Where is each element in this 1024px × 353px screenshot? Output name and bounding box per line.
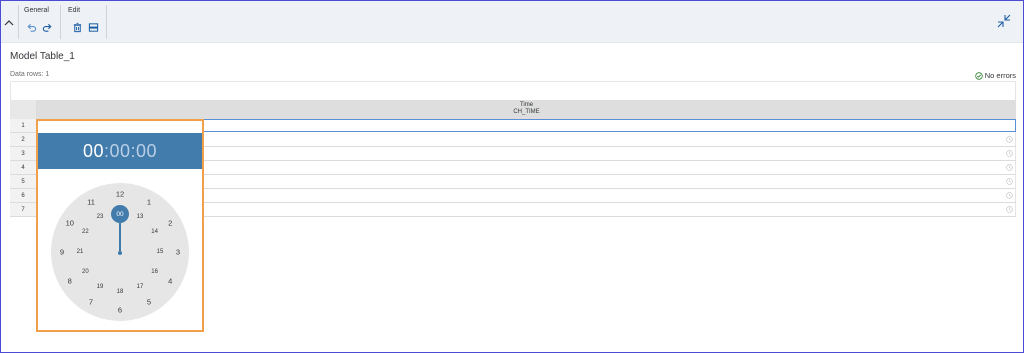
row-number[interactable]: 7 [10,203,37,217]
clock-hour-19[interactable]: 19 [97,284,104,290]
row-action-button[interactable] [87,21,99,33]
clock-hour-22[interactable]: 22 [82,229,89,235]
clock-hour-5[interactable]: 5 [147,298,151,307]
clock-hour-11[interactable]: 11 [87,197,95,206]
redo-button[interactable] [41,21,53,33]
clock-icon [1006,164,1013,171]
exit-fullscreen-button[interactable] [997,14,1011,28]
time-picker-header: 00 : 00 : 00 [38,133,202,169]
column-header-time[interactable]: Time CH_TIME [37,100,1016,119]
error-status-label: No errors [984,71,1016,80]
clock-icon [1006,178,1013,185]
clock-hour-17[interactable]: 17 [137,284,144,290]
clock-hour-4[interactable]: 4 [168,277,172,286]
clock-hour-21[interactable]: 21 [77,249,84,255]
clock-hour-14[interactable]: 14 [151,229,158,235]
clock-hour-13[interactable]: 13 [137,214,144,220]
clock-icon [1006,206,1013,213]
toolbar-separator [60,5,61,39]
toolbar-separator [18,5,19,39]
clock-hour-12[interactable]: 12 [116,190,124,199]
clock-icon [1006,150,1013,157]
data-rows-count: Data rows: 1 [10,71,50,78]
error-status[interactable]: No errors [975,71,1016,80]
clock-hub [118,251,122,255]
row-number[interactable]: 5 [10,175,37,189]
time-picker-popup: 00 : 00 : 00 00 12 1 2 3 4 5 6 7 8 9 10 11 13 14 15 16 1… [36,119,204,332]
clock-hour-3[interactable]: 3 [176,248,180,257]
toolbar: General Edit [1,1,1023,43]
clock-hour-2[interactable]: 2 [168,219,172,228]
row-icon [88,22,98,32]
group-title-general: General [24,7,49,14]
column-header-id: CH_TIME [513,109,540,115]
clock-hour-18[interactable]: 18 [117,289,124,295]
delete-icon [73,22,81,32]
clock-hour-20[interactable]: 20 [82,269,89,275]
collapse-toolbar-icon[interactable] [4,15,14,26]
clock-hour-23[interactable]: 23 [97,214,104,220]
undo-icon [27,23,36,32]
clock-hour-6[interactable]: 6 [118,306,122,315]
clock-hour-1[interactable]: 1 [147,197,151,206]
exit-fullscreen-icon [997,14,1011,28]
row-number[interactable]: 6 [10,189,37,203]
minutes-segment[interactable]: 00 [109,141,130,162]
hours-segment[interactable]: 00 [83,141,104,162]
clock-icon [1006,192,1013,199]
clock-hour-9[interactable]: 9 [60,248,64,257]
seconds-segment[interactable]: 00 [136,141,157,162]
delete-button[interactable] [71,21,83,33]
row-number[interactable]: 3 [10,147,37,161]
toolbar-separator [106,5,107,39]
clock-hour-7[interactable]: 7 [89,298,93,307]
clock-icon [1006,136,1013,143]
table-corner [10,100,37,119]
page-title: Model Table_1 [10,51,75,62]
clock-hour-15[interactable]: 15 [157,249,164,255]
row-number[interactable]: 2 [10,133,37,147]
clock-hour-16[interactable]: 16 [151,269,158,275]
selected-hour[interactable]: 00 [111,205,129,223]
check-circle-icon [975,71,983,80]
clock-hour-10[interactable]: 10 [66,219,74,228]
redo-icon [42,23,51,32]
column-header-label: Time [519,102,534,108]
undo-button[interactable] [25,21,37,33]
group-title-edit: Edit [68,7,81,14]
row-number[interactable]: 1 [10,119,37,133]
row-number[interactable]: 4 [10,161,37,175]
clock-hour-8[interactable]: 8 [68,277,72,286]
clock-face[interactable]: 00 12 1 2 3 4 5 6 7 8 9 10 11 13 14 15 16 17 18 19 20 21 22 23 [51,183,189,321]
